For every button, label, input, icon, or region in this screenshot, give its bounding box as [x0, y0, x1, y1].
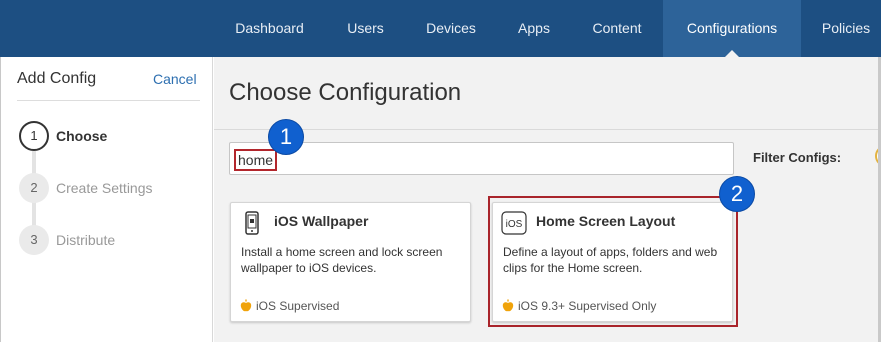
- annotation-badge-1: 1: [268, 119, 304, 155]
- step-label: Create Settings: [56, 180, 153, 196]
- step-label: Choose: [56, 128, 108, 144]
- nav-item-dashboard[interactable]: Dashboard: [213, 0, 326, 57]
- nav-item-content[interactable]: Content: [571, 0, 663, 57]
- step-label: Distribute: [56, 232, 116, 248]
- main-content: Choose Configuration home Filter Configs…: [214, 57, 881, 342]
- sidebar-title: Add Config: [17, 70, 97, 87]
- cancel-link[interactable]: Cancel: [153, 71, 197, 87]
- nav-item-apps[interactable]: Apps: [497, 0, 571, 57]
- page-header: Choose Configuration: [214, 57, 881, 130]
- annotation-badge-2: 2: [719, 176, 755, 212]
- filter-configs-label: Filter Configs:: [753, 150, 842, 165]
- nav-item-users[interactable]: Users: [326, 0, 405, 57]
- nav-item-policies[interactable]: Policies: [801, 0, 881, 57]
- top-navigation-bar: Dashboard Users Devices Apps Content Con…: [0, 0, 881, 57]
- apple-icon: [240, 299, 252, 312]
- active-caret-icon: [725, 50, 739, 57]
- phone-wallpaper-icon: [245, 211, 259, 235]
- nav-logo-area: [0, 0, 213, 57]
- nav-item-configurations[interactable]: Configurations: [663, 0, 801, 57]
- search-input[interactable]: home: [229, 142, 734, 175]
- wizard-sidebar: Add Config Cancel 1 Choose 2 Create Sett…: [0, 57, 213, 342]
- nav-item-devices[interactable]: Devices: [405, 0, 497, 57]
- step-number: 3: [19, 225, 49, 255]
- card-platform-text: iOS Supervised: [256, 299, 340, 313]
- page-title: Choose Configuration: [229, 79, 462, 106]
- highlight-annotation-box: [488, 196, 738, 327]
- card-platform: iOS Supervised: [240, 299, 339, 313]
- card-title: iOS Wallpaper: [274, 213, 369, 229]
- step-number: 2: [19, 173, 49, 203]
- search-input-value: home: [234, 149, 278, 171]
- card-description: Install a home screen and lock screen wa…: [241, 245, 443, 275]
- nav-item-configurations-label: Configurations: [686, 20, 778, 36]
- sidebar-divider: [17, 100, 200, 101]
- step-number: 1: [19, 121, 49, 151]
- config-card-ios-wallpaper[interactable]: iOS Wallpaper Install a home screen and …: [230, 202, 471, 322]
